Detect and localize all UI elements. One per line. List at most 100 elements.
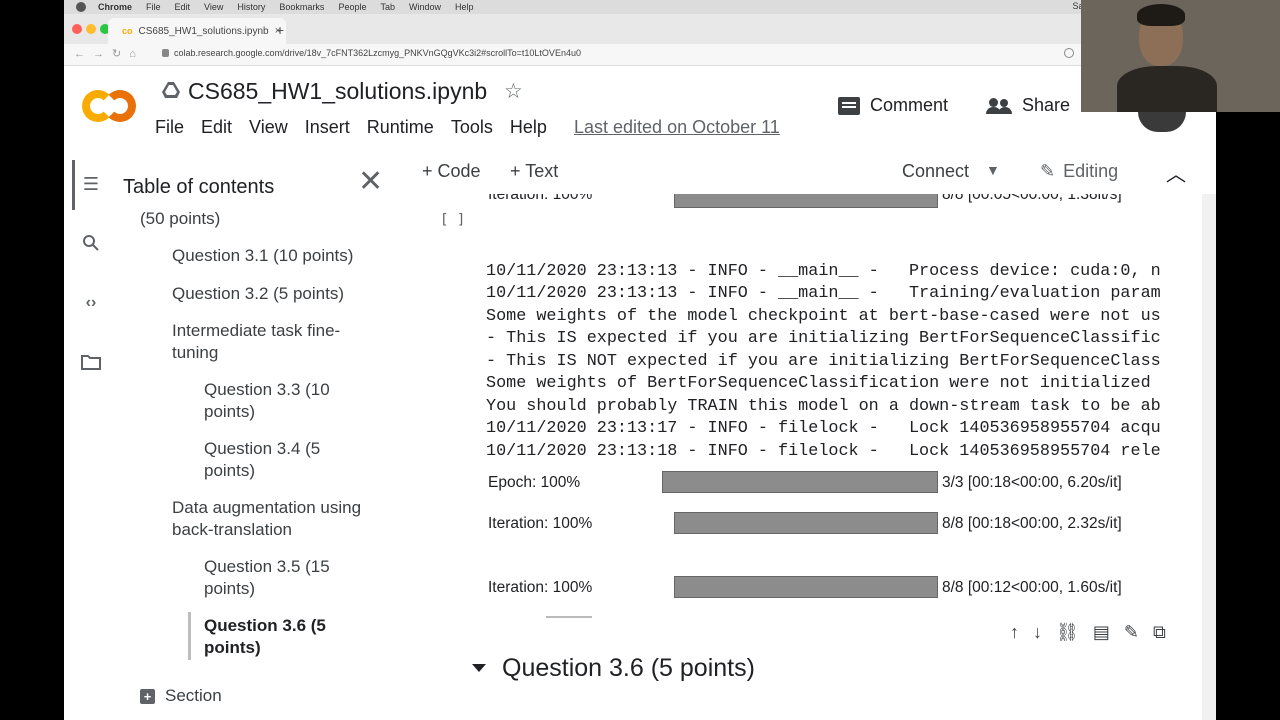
- share-button[interactable]: Share: [986, 95, 1070, 116]
- progress-label: Iteration: 100%: [488, 579, 593, 596]
- menu-edit[interactable]: Edit: [201, 117, 232, 138]
- log-line: - This IS expected if you are initializi…: [486, 329, 1161, 348]
- toc-item[interactable]: Question 3.1 (10 points): [172, 245, 392, 267]
- macos-menu-item[interactable]: File: [146, 2, 161, 12]
- table-of-contents-icon[interactable]: ☰: [80, 174, 102, 195]
- toc-title: Table of contents: [123, 176, 275, 198]
- section-label: Section: [165, 686, 222, 705]
- toc-item-current[interactable]: Question 3.6 (5 points): [204, 615, 344, 659]
- notebook-toolbar: + Code + Text Connect ▼ ✎ Editing ︿: [400, 150, 1216, 194]
- menu-insert[interactable]: Insert: [305, 117, 350, 138]
- rail-active-indicator: [72, 160, 75, 210]
- comment-icon: [838, 96, 860, 115]
- lock-icon: [162, 49, 169, 57]
- run-cell-button[interactable]: [ ]: [440, 212, 465, 228]
- section-heading: Question 3.6 (5 points): [502, 654, 755, 682]
- close-window-icon[interactable]: [72, 24, 82, 34]
- cell-divider: [546, 616, 592, 618]
- chevron-down-icon[interactable]: ▼: [986, 162, 1000, 178]
- side-rail: ☰ ‹›: [64, 150, 120, 720]
- comment-label: Comment: [870, 95, 949, 115]
- scrollbar[interactable]: [1202, 194, 1216, 720]
- macos-menu-item[interactable]: Bookmarks: [279, 2, 324, 12]
- link-icon[interactable]: ⛓: [1056, 622, 1079, 643]
- star-icon[interactable]: ☆: [504, 79, 523, 104]
- plus-icon: +: [140, 688, 155, 704]
- log-line: Some weights of the model checkpoint at …: [486, 307, 1161, 326]
- log-line: 10/11/2020 23:13:18 - INFO - filelock - …: [486, 442, 1161, 461]
- browser-tab-strip: co CS685_HW1_solutions.ipynb × +: [64, 14, 1216, 44]
- menu-tools[interactable]: Tools: [451, 117, 493, 138]
- macos-menu-item[interactable]: View: [204, 2, 223, 12]
- progress-label: Iteration: 100%: [488, 194, 593, 203]
- apple-icon[interactable]: [76, 2, 86, 12]
- add-text-button[interactable]: + Text: [510, 161, 558, 182]
- add-section-button[interactable]: + Section: [140, 686, 222, 706]
- people-icon: [986, 97, 1012, 114]
- cell-action-toolbar: ↑ ↓ ⛓ ▤ ✎ ⧉: [1010, 622, 1166, 643]
- tab-title: CS685_HW1_solutions.ipynb: [138, 25, 269, 37]
- progress-stats: 8/8 [00:12<00:00, 1.60s/it]: [942, 579, 1122, 596]
- editing-label: Editing: [1063, 161, 1119, 181]
- toc-item[interactable]: Question 3.5 (15 points): [204, 556, 344, 600]
- toc-item[interactable]: Question 3.2 (5 points): [172, 283, 392, 305]
- toc-item[interactable]: Data augmentation using back-translation: [172, 497, 362, 541]
- arrow-down-icon[interactable]: ↓: [1033, 622, 1042, 643]
- toc-item[interactable]: Question 3.3 (10 points): [204, 379, 344, 423]
- comment-icon[interactable]: ▤: [1093, 622, 1110, 643]
- macos-menu-item[interactable]: Help: [455, 2, 474, 12]
- code-snippets-icon[interactable]: ‹›: [80, 294, 102, 312]
- collapse-section-icon[interactable]: [472, 664, 486, 672]
- new-tab-button[interactable]: +: [276, 22, 284, 38]
- search-icon[interactable]: [80, 234, 102, 257]
- pencil-icon[interactable]: ✎: [1124, 622, 1139, 643]
- toc-item[interactable]: Intermediate task fine-tuning: [172, 320, 366, 364]
- progress-bar: [674, 512, 938, 534]
- url-text: colab.research.google.com/drive/18v_7cFN…: [174, 48, 581, 58]
- menu-file[interactable]: File: [155, 117, 184, 138]
- colab-logo[interactable]: [82, 88, 138, 124]
- app-window: Chrome File Edit View History Bookmarks …: [64, 0, 1216, 720]
- chevron-up-icon[interactable]: ︿: [1166, 158, 1186, 187]
- url-field[interactable]: colab.research.google.com/drive/18v_7cFN…: [162, 48, 581, 58]
- progress-stats: 8/8 [00:05<00:00, 1.38it/s]: [942, 194, 1122, 203]
- notebook-title[interactable]: CS685_HW1_solutions.ipynb: [188, 78, 487, 105]
- add-code-button[interactable]: + Code: [422, 161, 481, 182]
- nav-buttons[interactable]: ←→↻⌂: [74, 47, 144, 60]
- macos-menu-item[interactable]: People: [338, 2, 366, 12]
- colab-favicon-icon: co: [122, 26, 133, 36]
- browser-tab[interactable]: co CS685_HW1_solutions.ipynb ×: [108, 18, 286, 44]
- folder-icon[interactable]: [80, 354, 102, 375]
- arrow-up-icon[interactable]: ↑: [1010, 622, 1019, 643]
- log-line: Some weights of BertForSequenceClassific…: [486, 374, 1151, 393]
- connect-button[interactable]: Connect: [902, 161, 969, 182]
- last-edited-link[interactable]: Last edited on October 11: [574, 117, 780, 138]
- macos-menu-item[interactable]: History: [237, 2, 265, 12]
- progress-bar: [674, 576, 938, 598]
- macos-menu-item[interactable]: Edit: [175, 2, 191, 12]
- comment-button[interactable]: Comment: [838, 95, 948, 116]
- macos-menu-item[interactable]: Chrome: [98, 2, 132, 12]
- macos-menu-item[interactable]: Window: [409, 2, 441, 12]
- menu-runtime[interactable]: Runtime: [367, 117, 434, 138]
- progress-label: Iteration: 100%: [488, 515, 593, 532]
- log-line: 10/11/2020 23:13:17 - INFO - filelock - …: [486, 419, 1161, 438]
- log-line: 10/11/2020 23:13:13 - INFO - __main__ - …: [486, 262, 1161, 281]
- toc-current-indicator: [188, 612, 191, 660]
- progress-stats: 3/3 [00:18<00:00, 6.20s/it]: [942, 474, 1122, 491]
- search-icon[interactable]: [1064, 48, 1074, 58]
- toc-item[interactable]: Question 3.4 (5 points): [204, 438, 344, 482]
- minimize-window-icon[interactable]: [86, 24, 96, 34]
- cell-output: Iteration: 100% 8/8 [00:05<00:00, 1.38it…: [400, 194, 1216, 720]
- mirror-cell-icon[interactable]: ⧉: [1153, 622, 1166, 643]
- editing-mode-button[interactable]: ✎ Editing: [1040, 161, 1118, 182]
- address-bar: ←→↻⌂ colab.research.google.com/drive/18v…: [64, 44, 1216, 66]
- toc-item[interactable]: (50 points): [140, 208, 220, 230]
- drive-icon: [162, 82, 180, 98]
- menu-view[interactable]: View: [249, 117, 288, 138]
- close-icon[interactable]: ✕: [358, 164, 383, 199]
- progress-bar: [662, 471, 938, 493]
- log-line: 10/11/2020 23:13:13 - INFO - __main__ - …: [486, 284, 1161, 303]
- menu-help[interactable]: Help: [510, 117, 547, 138]
- macos-menu-item[interactable]: Tab: [380, 2, 395, 12]
